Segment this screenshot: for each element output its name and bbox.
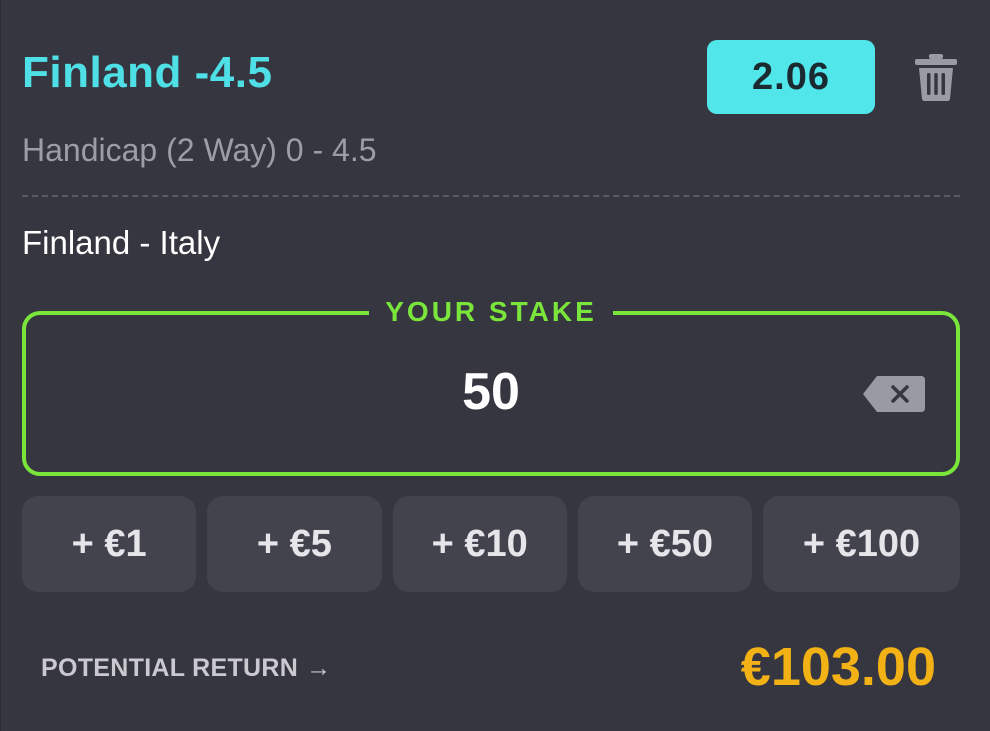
- potential-return-label: POTENTIAL RETURN →: [41, 654, 331, 683]
- quick-stake-50-button[interactable]: + €50: [577, 496, 753, 592]
- quick-stake-10-button[interactable]: + €10: [392, 496, 567, 592]
- quick-stake-100-button[interactable]: + €100: [763, 496, 960, 592]
- potential-return-value: €103.00: [740, 637, 936, 697]
- selection-title: Finland -4.5: [22, 48, 273, 97]
- odds-badge[interactable]: 2.06: [707, 40, 875, 114]
- quick-stake-buttons: + €1 + €5 + €10 + €50 + €100: [22, 496, 960, 592]
- quick-stake-1-button[interactable]: + €1: [22, 496, 197, 592]
- backspace-icon[interactable]: [863, 376, 925, 412]
- bet-slip-card: Finland -4.5 2.06 Handicap (2 Way) 0 - 4…: [0, 0, 990, 731]
- market-description: Handicap (2 Way) 0 - 4.5: [22, 132, 377, 168]
- quick-stake-5-button[interactable]: + €5: [207, 496, 382, 592]
- arrow-right-icon: →: [306, 654, 332, 682]
- event-name: Finland - Italy: [22, 224, 221, 261]
- dashed-divider: [22, 195, 960, 197]
- stake-label: YOUR STAKE: [369, 292, 613, 332]
- trash-icon[interactable]: [913, 52, 959, 102]
- potential-return-text: POTENTIAL RETURN: [41, 654, 299, 682]
- stake-value[interactable]: 50: [22, 362, 960, 422]
